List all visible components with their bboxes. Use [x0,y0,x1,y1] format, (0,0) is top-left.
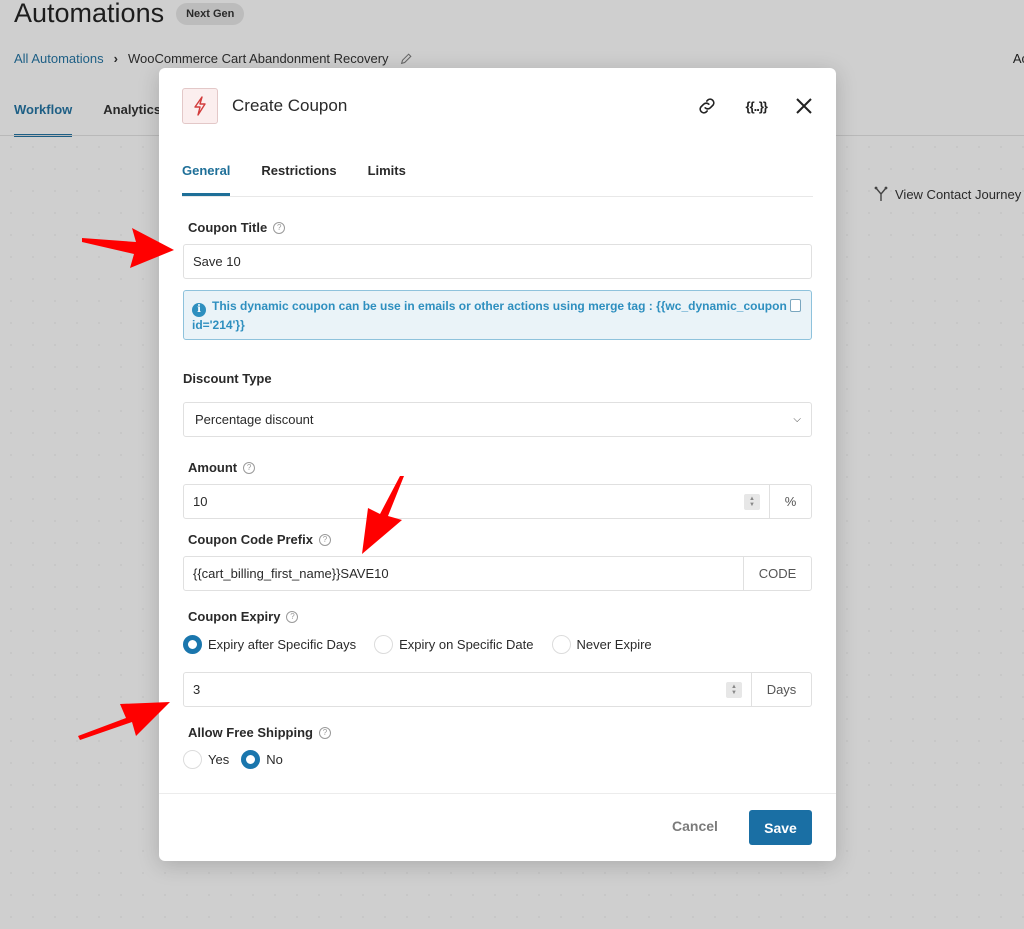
tab-restrictions[interactable]: Restrictions [261,163,336,196]
coupon-title-label: Coupon Title ? [188,220,286,235]
view-contact-journey-label: View Contact Journey [895,186,1022,202]
radio-button[interactable] [183,750,202,769]
coupon-title-input[interactable]: Save 10 [183,244,812,279]
page-title: Automations Next Gen [14,0,245,29]
tab-analytics[interactable]: Analytics [103,102,161,137]
create-coupon-modal: Create Coupon {{..}} General Restriction… [159,68,836,861]
lightning-icon [194,96,206,116]
annotation-arrow-icon [82,228,174,268]
coupon-expiry-label: Coupon Expiry ? [188,609,299,624]
radio-label: Yes [208,752,230,767]
modal-title: Create Coupon [232,96,348,115]
amount-input[interactable]: 10 ▲ ▼ % [183,484,812,519]
next-gen-badge: Next Gen [176,2,245,25]
coupon-code-prefix-label-text: Coupon Code Prefix [188,532,313,547]
footer-divider [159,793,836,794]
help-icon[interactable]: ? [273,221,286,234]
discount-type-select[interactable]: Percentage discount ⌵ [183,402,812,437]
radio-expiry-specific-days[interactable]: Expiry after Specific Days [183,635,356,654]
breadcrumb-current: WooCommerce Cart Abandonment Recovery [127,51,389,66]
page-title-text: Automations [14,0,165,28]
link-icon[interactable] [696,95,718,117]
merge-tags-icon[interactable]: {{..}} [746,99,768,114]
breadcrumb-all-automations[interactable]: All Automations [14,51,104,66]
percent-suffix: % [769,485,811,518]
radio-label: Expiry after Specific Days [208,637,357,652]
help-icon[interactable]: ? [318,533,331,546]
breadcrumb: All Automations › WooCommerce Cart Aband… [14,51,413,66]
copy-icon[interactable] [790,299,801,312]
radio-label: No [266,752,283,767]
free-shipping-radio-group: Yes No [183,750,301,769]
annotation-arrow-icon [362,476,404,554]
annotation-arrow-icon [78,702,170,740]
branch-icon [874,186,888,201]
coupon-expiry-label-text: Coupon Expiry [188,609,281,624]
coupon-expiry-radio-group: Expiry after Specific Days Expiry on Spe… [183,635,670,654]
amount-label-text: Amount [188,460,238,475]
radio-expiry-specific-date[interactable]: Expiry on Specific Date [374,635,534,654]
amount-value: 10 [193,494,208,509]
expiry-days-input[interactable]: 3 ▲ ▼ Days [183,672,812,707]
radio-button[interactable] [551,635,571,654]
help-icon[interactable]: ? [243,461,256,474]
help-icon[interactable]: ? [318,726,331,739]
radio-button[interactable] [374,635,394,654]
radio-never-expire[interactable]: Never Expire [551,635,652,654]
view-contact-journey-button[interactable]: View Contact Journey [873,186,1021,202]
radio-button[interactable] [183,635,202,654]
coupon-code-prefix-value: {{cart_billing_first_name}}SAVE10 [193,566,389,581]
radio-free-shipping-no[interactable]: No [241,750,283,769]
cancel-button[interactable]: Cancel [672,818,718,834]
discount-type-value: Percentage discount [195,412,314,427]
close-icon[interactable] [795,97,813,115]
days-suffix: Days [751,673,811,706]
help-icon[interactable]: ? [286,610,299,623]
discount-type-label-text: Discount Type [183,371,272,386]
radio-button[interactable] [241,750,261,769]
code-suffix: CODE [743,557,811,590]
modal-header: Create Coupon {{..}} [182,87,813,125]
pencil-icon[interactable] [399,52,413,66]
coupon-code-prefix-label: Coupon Code Prefix ? [188,532,331,547]
free-shipping-label: Allow Free Shipping ? [188,725,331,740]
coupon-title-label-text: Coupon Title [188,220,268,235]
merge-tag-notice: i This dynamic coupon can be use in email… [183,290,812,340]
radio-label: Never Expire [576,637,652,652]
action-icon [182,88,218,124]
tab-limits[interactable]: Limits [368,163,406,196]
discount-type-label: Discount Type [183,371,272,386]
coupon-code-prefix-input[interactable]: {{cart_billing_first_name}}SAVE10 CODE [183,556,812,591]
info-icon: i [192,302,206,317]
number-spinner[interactable]: ▲ ▼ [726,681,742,698]
modal-tabs: General Restrictions Limits [182,163,813,197]
number-spinner[interactable]: ▲ ▼ [744,493,760,510]
chevron-right-icon: › [113,51,118,66]
page-tabs: Workflow Analytics [14,102,161,137]
radio-free-shipping-yes[interactable]: Yes [183,750,229,769]
expiry-days-value: 3 [193,682,201,697]
amount-label: Amount ? [188,460,256,475]
save-button[interactable]: Save [749,810,812,845]
notice-text: This dynamic coupon can be use in emails… [192,299,787,332]
tab-workflow[interactable]: Workflow [14,102,73,137]
chevron-down-icon: ⌵ [793,414,801,425]
free-shipping-label-text: Allow Free Shipping [188,725,313,740]
radio-label: Expiry on Specific Date [399,637,534,652]
tab-general[interactable]: General [182,163,231,196]
coupon-title-value: Save 10 [193,254,241,269]
top-right-action[interactable]: Ac [1013,51,1024,66]
header-actions: {{..}} [696,95,813,117]
